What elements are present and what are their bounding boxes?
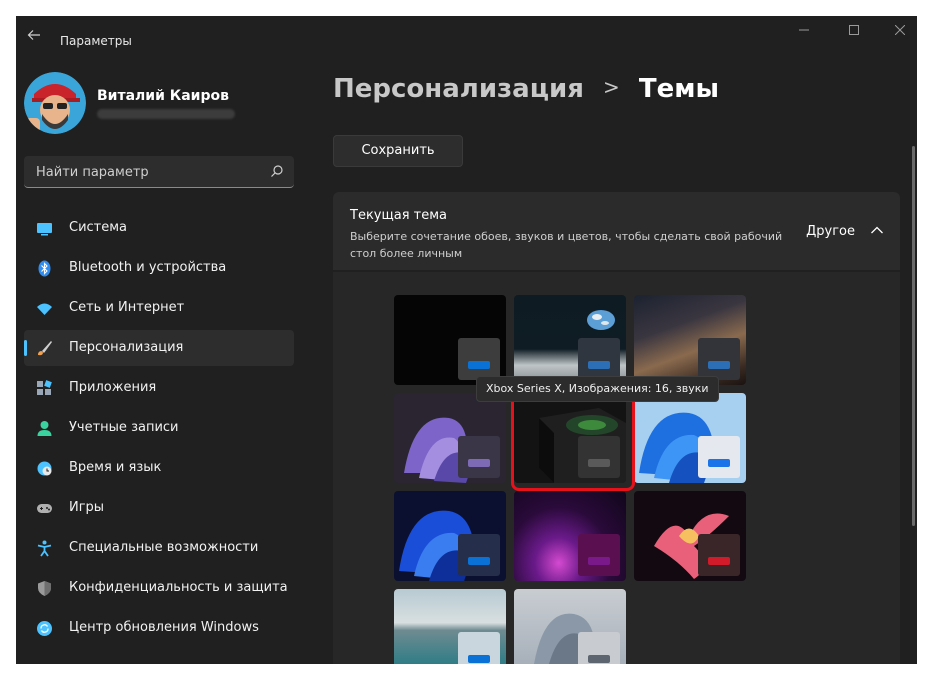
theme-accent-bar — [708, 361, 730, 369]
theme-thumbnail-sunrise[interactable] — [394, 589, 506, 664]
arrow-left-icon — [27, 30, 40, 40]
theme-preview-box — [698, 436, 740, 478]
breadcrumb: Персонализация > Темы — [333, 74, 719, 114]
settings-window: Параметры Виталий Каиров Найти параметр — [16, 16, 917, 664]
sidebar-item-label: Игры — [69, 500, 105, 515]
theme-preview-box — [458, 436, 500, 478]
sidebar-item-privacy[interactable]: Конфиденциальность и защита — [24, 570, 294, 606]
sidebar-item-personalization[interactable]: Персонализация — [24, 330, 294, 366]
theme-preview-box — [578, 338, 620, 380]
chevron-up-icon[interactable] — [870, 225, 884, 235]
theme-preview-box — [458, 338, 500, 380]
clock-globe-icon — [37, 461, 52, 476]
sidebar-item-apps[interactable]: Приложения — [24, 370, 294, 406]
user-email-blurred — [97, 109, 235, 119]
current-theme-title: Текущая тема — [350, 208, 447, 223]
sidebar-item-label: Специальные возможности — [69, 540, 259, 555]
save-button[interactable]: Сохранить — [333, 135, 463, 167]
sidebar-item-windows-update[interactable]: Центр обновления Windows — [24, 610, 294, 646]
back-button[interactable] — [24, 28, 44, 48]
sidebar-item-system[interactable]: Система — [24, 210, 294, 246]
theme-thumbnail-dark[interactable] — [394, 295, 506, 385]
theme-thumbnail-flow[interactable] — [514, 589, 626, 664]
minimize-button[interactable] — [790, 22, 818, 42]
search-field[interactable]: Найти параметр — [24, 156, 294, 188]
sidebar-item-gaming[interactable]: Игры — [24, 490, 294, 526]
sidebar-item-label: Сеть и Интернет — [69, 300, 185, 315]
search-icon[interactable] — [270, 164, 284, 178]
sidebar-nav: Система Bluetooth и устройства Сеть и Ин… — [24, 210, 294, 650]
theme-thumbnail-desert-night[interactable] — [634, 295, 746, 385]
theme-accent-bar — [468, 459, 490, 467]
gamepad-icon — [37, 504, 52, 513]
earth-image — [587, 310, 615, 330]
sidebar-item-label: Персонализация — [69, 340, 184, 355]
theme-accent-bar — [588, 361, 610, 369]
sidebar-item-label: Bluetooth и устройства — [69, 260, 227, 275]
close-button[interactable] — [886, 22, 914, 42]
current-theme-description: Выберите сочетание обоев, звуков и цвето… — [350, 230, 783, 260]
search-input[interactable]: Найти параметр — [36, 165, 149, 180]
theme-preview-box — [458, 632, 500, 664]
current-theme-card[interactable]: Текущая тема Выберите сочетание обоев, з… — [333, 192, 900, 270]
sidebar-item-bluetooth[interactable]: Bluetooth и устройства — [24, 250, 294, 286]
theme-thumbnail-captured-motion[interactable] — [634, 491, 746, 581]
sidebar-item-accounts[interactable]: Учетные записи — [24, 410, 294, 446]
theme-preview-box — [698, 338, 740, 380]
theme-thumbnail-windows-dark[interactable] — [394, 491, 506, 581]
update-icon — [37, 621, 52, 636]
theme-accent-bar — [468, 557, 490, 565]
theme-accent-bar — [588, 655, 610, 663]
wifi-icon — [37, 303, 52, 315]
theme-accent-bar — [468, 655, 490, 663]
theme-preview-box — [458, 534, 500, 576]
shield-icon — [38, 581, 51, 596]
sidebar-item-label: Центр обновления Windows — [69, 620, 259, 635]
theme-accent-bar — [468, 361, 490, 369]
avatar[interactable] — [24, 72, 86, 134]
breadcrumb-parent[interactable]: Персонализация — [333, 74, 584, 104]
breadcrumb-separator: > — [602, 75, 620, 99]
bluetooth-icon — [38, 260, 51, 277]
theme-accent-bar — [588, 557, 610, 565]
selection-indicator — [24, 340, 27, 356]
theme-accent-bar — [708, 557, 730, 565]
theme-thumbnail-windows-purple[interactable] — [394, 393, 506, 483]
theme-accent-bar — [708, 459, 730, 467]
theme-preview-box — [578, 632, 620, 664]
sidebar-item-label: Время и язык — [69, 460, 162, 475]
system-icon — [37, 223, 52, 236]
theme-thumbnail-glow[interactable] — [514, 491, 626, 581]
title-bar: Параметры — [16, 16, 917, 64]
apps-icon — [37, 380, 52, 395]
sidebar-item-label: Приложения — [69, 380, 157, 395]
current-theme-value: Другое — [806, 224, 855, 239]
sidebar-item-time-language[interactable]: Время и язык — [24, 450, 294, 486]
brush-icon — [38, 341, 52, 356]
sidebar-item-network[interactable]: Сеть и Интернет — [24, 290, 294, 326]
theme-thumbnail-windows-light[interactable] — [634, 393, 746, 483]
sidebar-item-label: Система — [69, 220, 128, 235]
accessibility-icon — [37, 540, 52, 557]
sidebar-item-label: Конфиденциальность и защита — [69, 580, 288, 595]
maximize-icon — [849, 25, 859, 35]
scrollbar[interactable] — [912, 126, 915, 664]
close-icon — [894, 24, 906, 36]
page-title: Темы — [638, 74, 719, 104]
theme-preview-box — [698, 534, 740, 576]
app-title: Параметры — [60, 34, 132, 48]
minimize-icon — [799, 29, 809, 31]
theme-preview-box — [578, 534, 620, 576]
maximize-button[interactable] — [840, 22, 868, 42]
sidebar-item-accessibility[interactable]: Специальные возможности — [24, 530, 294, 566]
theme-tooltip: Xbox Series X, Изображения: 16, звуки — [476, 376, 719, 402]
sidebar-item-label: Учетные записи — [69, 420, 179, 435]
account-icon — [37, 421, 52, 436]
theme-thumbnail-earth-moon[interactable] — [514, 295, 626, 385]
user-name: Виталий Каиров — [97, 88, 229, 104]
